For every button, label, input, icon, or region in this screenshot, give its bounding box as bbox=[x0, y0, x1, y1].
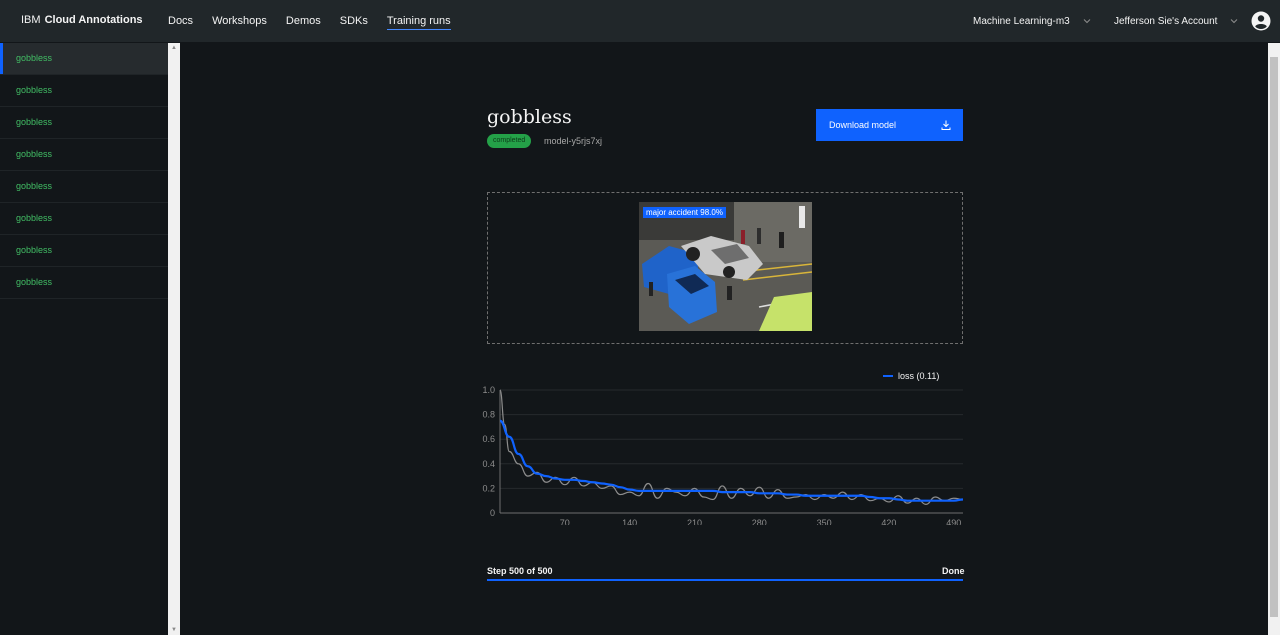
x-tick-label: 420 bbox=[881, 518, 896, 525]
brand-prefix: IBM bbox=[21, 14, 41, 26]
y-tick-label: 0.2 bbox=[482, 483, 495, 493]
progress-bar-fill bbox=[487, 579, 963, 581]
nav-demos[interactable]: Demos bbox=[286, 0, 321, 42]
x-tick-label: 350 bbox=[817, 518, 832, 525]
y-tick-label: 0.4 bbox=[482, 459, 495, 469]
progress-label: Step 500 of 500 bbox=[487, 566, 553, 576]
x-tick-label: 70 bbox=[560, 518, 570, 525]
top-header: IBM Cloud Annotations Docs Workshops Demo… bbox=[0, 0, 1280, 42]
sidebar-item-run[interactable]: gobbless bbox=[0, 203, 168, 235]
chevron-down-icon bbox=[1231, 19, 1238, 24]
brand-name: Cloud Annotations bbox=[44, 14, 143, 26]
raw-loss-line bbox=[499, 389, 964, 505]
model-id: model-y5rjs7xj bbox=[544, 136, 603, 146]
detection-label: major accident 98.0% bbox=[643, 207, 726, 218]
x-tick-label: 490 bbox=[946, 518, 961, 525]
x-tick-label: 280 bbox=[752, 518, 767, 525]
sidebar-item-run[interactable]: gobbless bbox=[0, 139, 168, 171]
sidebar-item-run[interactable]: gobbless bbox=[0, 43, 168, 75]
sidebar-item-run[interactable]: gobbless bbox=[0, 267, 168, 299]
y-tick-label: 0 bbox=[490, 508, 495, 518]
account-dropdown[interactable]: Jefferson Sie's Account bbox=[1114, 0, 1239, 42]
region-dropdown[interactable]: Machine Learning-m3 bbox=[973, 0, 1092, 42]
run-title: gobbless bbox=[487, 106, 572, 128]
page-scrollbar-thumb[interactable] bbox=[1270, 57, 1278, 617]
sidebar-item-run[interactable]: gobbless bbox=[0, 107, 168, 139]
test-image: major accident 98.0% bbox=[639, 202, 812, 331]
nav-training-runs[interactable]: Training runs bbox=[386, 0, 451, 42]
x-tick-label: 140 bbox=[622, 518, 637, 525]
scroll-up-arrow-icon[interactable]: ▲ bbox=[171, 45, 177, 51]
y-tick-label: 0.6 bbox=[482, 434, 495, 444]
sidebar-item-run[interactable]: gobbless bbox=[0, 235, 168, 267]
training-runs-sidebar: gobbless gobbless gobbless gobbless gobb… bbox=[0, 43, 168, 635]
legend-label: loss (0.11) bbox=[898, 371, 939, 381]
main-nav: Docs Workshops Demos SDKs Training runs bbox=[168, 0, 470, 42]
nav-sdks[interactable]: SDKs bbox=[340, 0, 368, 42]
download-icon bbox=[941, 120, 951, 130]
sidebar-item-run[interactable]: gobbless bbox=[0, 75, 168, 107]
region-label: Machine Learning-m3 bbox=[973, 15, 1070, 27]
sidebar-scrollbar[interactable]: ▲ ▼ bbox=[168, 43, 180, 635]
download-model-label: Download model bbox=[829, 120, 897, 130]
user-avatar-icon[interactable] bbox=[1251, 11, 1271, 31]
download-model-button[interactable]: Download model bbox=[816, 109, 963, 141]
x-tick-label: 210 bbox=[687, 518, 702, 525]
accident-photo bbox=[639, 202, 812, 331]
y-tick-label: 1.0 bbox=[482, 385, 495, 395]
progress-bar bbox=[487, 579, 963, 581]
run-detail-panel: gobbless completed model-y5rjs7xj Downlo… bbox=[180, 43, 1268, 635]
status-badge: completed bbox=[487, 134, 532, 148]
y-tick-label: 0.8 bbox=[482, 410, 495, 420]
brand-logo[interactable]: IBM Cloud Annotations bbox=[21, 14, 143, 26]
test-image-dropzone[interactable]: major accident 98.0% bbox=[487, 192, 963, 344]
nav-workshops[interactable]: Workshops bbox=[212, 0, 267, 42]
progress-status: Done bbox=[942, 566, 965, 576]
loss-chart: 0 0.2 0.4 0.6 0.8 1.0 70 140 210 280 350 420 490 loss… bbox=[482, 371, 964, 525]
scroll-down-arrow-icon[interactable]: ▼ bbox=[171, 627, 177, 633]
nav-docs[interactable]: Docs bbox=[168, 0, 193, 42]
page-scrollbar[interactable] bbox=[1268, 43, 1280, 635]
account-label: Jefferson Sie's Account bbox=[1114, 15, 1218, 27]
chevron-down-icon bbox=[1083, 19, 1091, 24]
sidebar-item-run[interactable]: gobbless bbox=[0, 171, 168, 203]
